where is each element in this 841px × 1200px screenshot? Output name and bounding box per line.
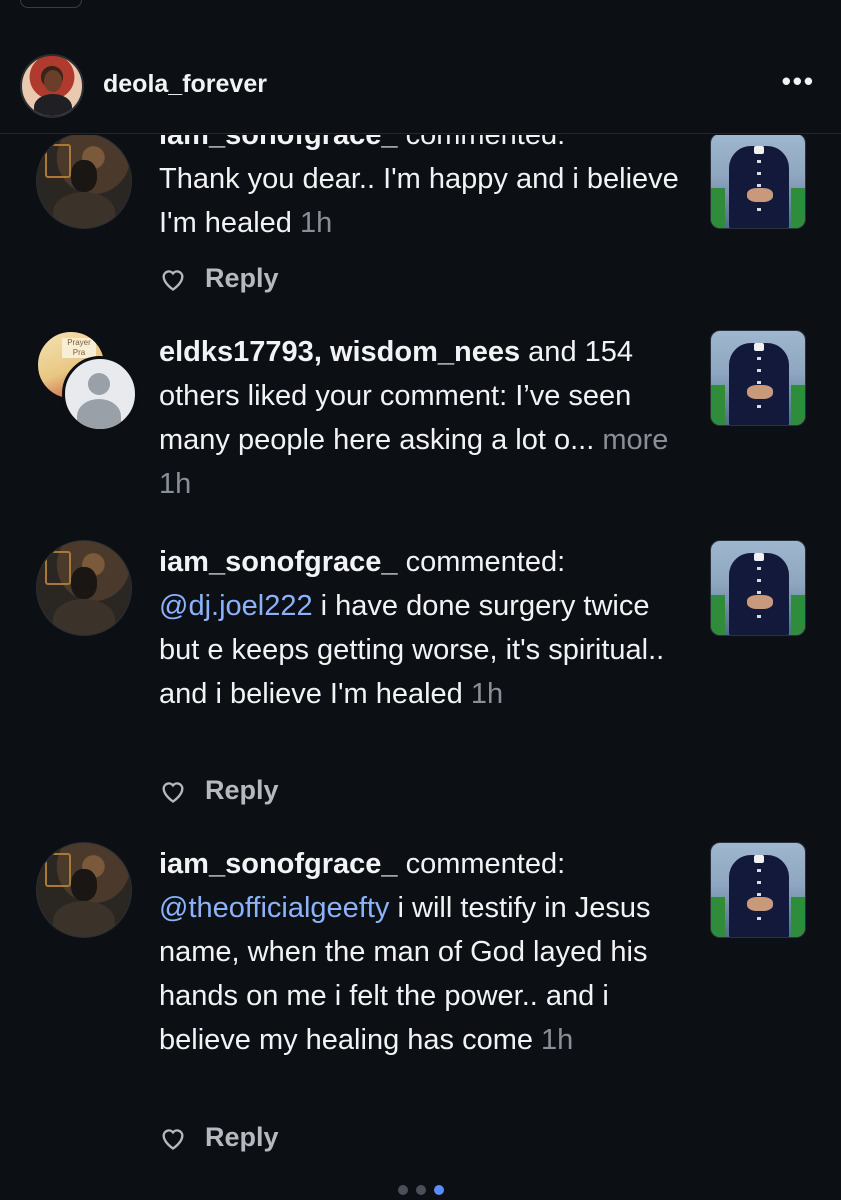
reply-row: Reply xyxy=(159,775,279,806)
notification-text: eldks17793, wisdom_nees and 154 others l… xyxy=(159,336,669,500)
comment-time: 1h xyxy=(299,207,333,239)
reply-button[interactable]: Reply xyxy=(205,1122,279,1153)
page-dot-active[interactable] xyxy=(433,1185,444,1195)
more-link[interactable]: more xyxy=(594,424,668,456)
notification-text: iam_sonofgrace_ commented: @dj.joel222 i… xyxy=(159,540,689,716)
liker-username[interactable]: wisdom_nees xyxy=(330,336,520,368)
liker-username[interactable]: eldks17793 xyxy=(159,336,314,368)
comment-body: Thank you dear.. I'm happy and i believe… xyxy=(159,163,679,239)
carousel-pagination xyxy=(0,1185,841,1195)
post-thumbnail[interactable] xyxy=(710,842,806,938)
comment-time: 1h xyxy=(470,678,504,710)
default-user-avatar-icon xyxy=(62,356,138,432)
commenter-username[interactable]: iam_sonofgrace_ xyxy=(159,135,398,151)
commenter-username[interactable]: iam_sonofgrace_ xyxy=(159,546,398,578)
profile-username[interactable]: deola_forever xyxy=(103,70,267,99)
commenter-avatar[interactable] xyxy=(36,135,132,229)
like-time: 1h xyxy=(159,468,192,500)
more-options-icon[interactable]: ••• xyxy=(782,66,815,97)
commenter-avatar[interactable] xyxy=(36,842,132,938)
reply-row: Reply xyxy=(159,1122,279,1153)
comment-action: commented: xyxy=(397,135,566,151)
post-thumbnail[interactable] xyxy=(710,540,806,636)
comment-action: commented: xyxy=(397,848,566,880)
page-dot[interactable] xyxy=(397,1185,408,1195)
page-dot[interactable] xyxy=(415,1185,426,1195)
comment-action: commented: xyxy=(397,546,566,578)
likers-avatar-stack[interactable]: Prayer Pra xyxy=(36,330,138,432)
notification-feed[interactable]: iam_sonofgrace_ commented: Thank you dea… xyxy=(0,135,841,1175)
profile-avatar[interactable] xyxy=(20,54,84,118)
comment-time: 1h xyxy=(541,1024,574,1056)
post-thumbnail[interactable] xyxy=(710,330,806,426)
heart-icon[interactable] xyxy=(159,266,187,292)
reply-button[interactable]: Reply xyxy=(205,263,279,294)
notification-text: iam_sonofgrace_ commented: Thank you dea… xyxy=(159,135,689,245)
heart-icon[interactable] xyxy=(159,1125,187,1151)
heart-icon[interactable] xyxy=(159,778,187,804)
post-header: deola_forever ••• xyxy=(0,48,841,134)
notification-text: iam_sonofgrace_ commented: @theofficialg… xyxy=(159,842,689,1062)
mention-link[interactable]: @dj.joel222 xyxy=(159,590,313,622)
reply-row: Reply xyxy=(159,263,279,294)
post-thumbnail[interactable] xyxy=(710,135,806,229)
mention-link[interactable]: @theofficialgeefty xyxy=(159,892,389,924)
commenter-avatar[interactable] xyxy=(36,540,132,636)
commenter-username[interactable]: iam_sonofgrace_ xyxy=(159,848,398,880)
top-container-edge xyxy=(20,0,82,8)
reply-button[interactable]: Reply xyxy=(205,775,279,806)
